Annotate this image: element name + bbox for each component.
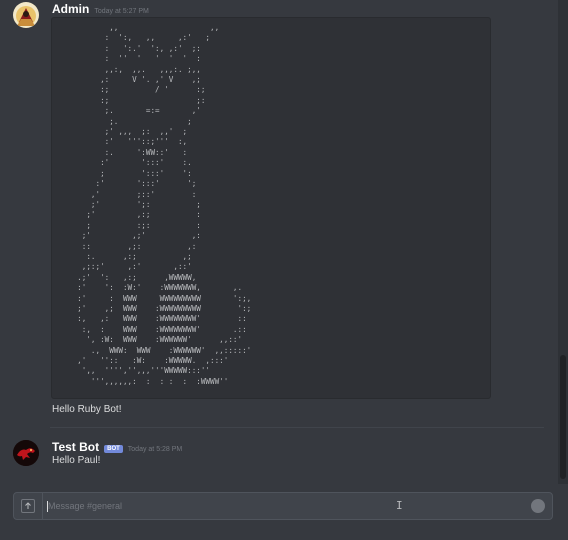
admin-avatar[interactable] [13, 2, 39, 28]
text-cursor-icon: I [396, 499, 403, 512]
composer-area: I [0, 484, 568, 540]
message-composer: I [13, 492, 553, 520]
message-list[interactable]: Admin Today at 5:27 PM ,, ,, : ':, ,, ,:… [0, 0, 558, 484]
emoji-icon[interactable] [531, 499, 545, 513]
bot-avatar[interactable] [13, 440, 39, 466]
timestamp: Today at 5:27 PM [94, 8, 149, 15]
scrollbar-track[interactable] [558, 0, 568, 484]
timestamp: Today at 5:28 PM [127, 446, 183, 453]
code-block: ,, ,, : ':, ,, ,:' ; : ':.' ':, ,:' ;: :… [51, 17, 491, 399]
ascii-art-cat: ,, ,, : ':, ,, ,:' ; : ':.' ':, ,:' ;: :… [77, 23, 252, 386]
bot-badge: BOT [104, 445, 123, 453]
message-text: Hello Ruby Bot! [52, 404, 122, 415]
upload-icon [21, 499, 35, 513]
scrollbar-thumb[interactable] [560, 355, 566, 479]
username[interactable]: Admin [52, 2, 89, 16]
message-divider [50, 427, 544, 428]
message-input[interactable] [48, 493, 508, 519]
message-header: Test Bot BOT Today at 5:28 PM [52, 440, 182, 454]
message-header: Admin Today at 5:27 PM [52, 2, 149, 16]
upload-button[interactable] [14, 493, 43, 519]
username[interactable]: Test Bot [52, 440, 99, 454]
text-caret [47, 501, 48, 512]
message-text: Hello Paul! [52, 455, 101, 466]
